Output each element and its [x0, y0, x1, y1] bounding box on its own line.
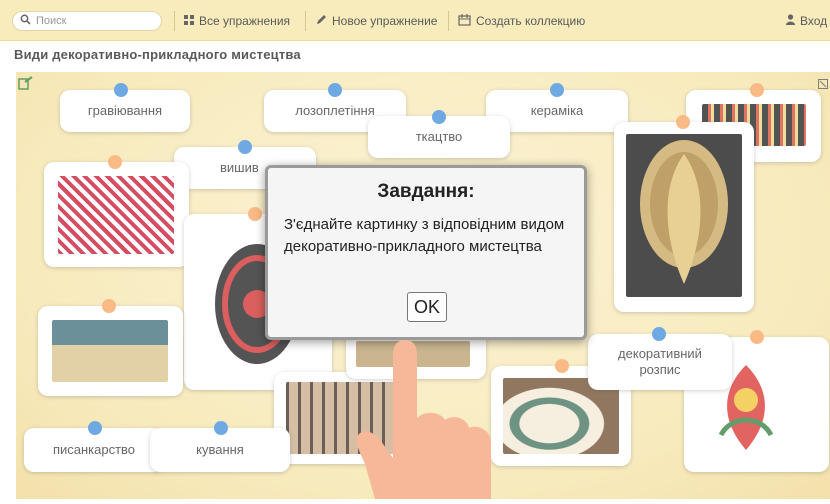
connector-dot[interactable] [652, 327, 666, 341]
label-card-forging[interactable]: кування [150, 421, 290, 472]
connector-dot[interactable] [550, 83, 564, 97]
toolbar-separator [448, 11, 449, 31]
label-text: вишив [220, 160, 259, 175]
fullscreen-icon[interactable] [818, 76, 828, 94]
engraving-image [626, 134, 742, 297]
pointing-hand-icon [345, 340, 495, 504]
connector-dot[interactable] [750, 330, 764, 344]
task-dialog: Завдання: З'єднайте картинку з відповідн… [265, 165, 587, 340]
search-input[interactable] [34, 14, 148, 28]
collection-icon [458, 13, 471, 29]
label-text: ткацтво [415, 129, 463, 144]
all-exercises-label: Все упражнения [199, 14, 291, 28]
embroidery-image [58, 176, 174, 254]
user-icon [786, 14, 795, 28]
label-text: лозоплетіння [295, 103, 375, 118]
search-box[interactable] [12, 11, 162, 31]
top-toolbar: Все упражнения Новое упражнение Создать … [0, 0, 830, 41]
picture-card-engraving[interactable] [614, 115, 754, 312]
label-text: писанкарство [52, 442, 136, 457]
connector-dot[interactable] [114, 83, 128, 97]
login-label: Вход [800, 14, 828, 28]
connector-dot[interactable] [108, 155, 122, 169]
all-exercises-button[interactable]: Все упражнения [184, 12, 290, 30]
toolbar-separator [174, 11, 175, 31]
new-exercise-button[interactable]: Новое упражнение [316, 12, 437, 30]
connector-dot[interactable] [676, 115, 690, 129]
login-button[interactable]: Вход [786, 12, 827, 30]
dialog-text: З'єднайте картинку з відповідним видом д… [284, 216, 565, 255]
toolbar-separator [305, 11, 306, 31]
dialog-title: Завдання: [377, 181, 475, 202]
connector-dot[interactable] [750, 83, 764, 97]
page-title: Види декоративно-прикладного мистецтва [14, 47, 301, 62]
create-collection-label: Создать коллекцию [476, 14, 586, 28]
connector-dot[interactable] [88, 421, 102, 435]
label-text: гравіювання [87, 103, 163, 118]
connector-dot[interactable] [102, 299, 116, 313]
pencil-icon [316, 14, 327, 28]
wickerwork-image [52, 320, 168, 382]
picture-card-embroidery[interactable] [44, 155, 189, 267]
create-collection-button[interactable]: Создать коллекцию [458, 12, 585, 30]
label-card-engraving[interactable]: гравіювання [60, 83, 190, 132]
connector-dot[interactable] [214, 421, 228, 435]
search-icon [20, 14, 31, 28]
label-text: декоративний розпис [618, 346, 702, 377]
connector-dot[interactable] [328, 83, 342, 97]
label-card-weaving[interactable]: ткацтво [368, 110, 510, 158]
picture-card-wickerwork[interactable] [38, 299, 183, 396]
label-text: кераміка [530, 103, 584, 118]
ok-button[interactable]: OK [407, 292, 447, 322]
connector-dot[interactable] [432, 110, 446, 124]
grid-icon [184, 14, 194, 28]
new-exercise-label: Новое упражнение [332, 14, 438, 28]
label-card-decorative-painting[interactable]: декоративний розпис [588, 327, 732, 390]
connector-dot[interactable] [555, 359, 569, 373]
label-card-pysankarstvo[interactable]: писанкарство [24, 421, 164, 472]
connector-dot[interactable] [248, 207, 262, 221]
label-text: кування [196, 442, 244, 457]
connector-dot[interactable] [238, 140, 252, 154]
help-icon[interactable] [18, 76, 34, 95]
